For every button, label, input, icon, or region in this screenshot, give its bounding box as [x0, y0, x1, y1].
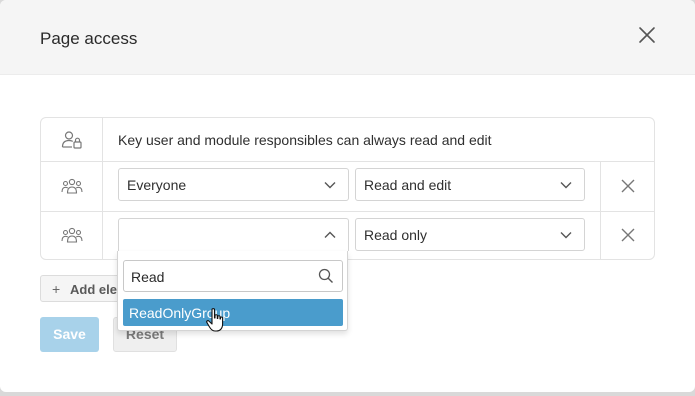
close-icon — [621, 228, 635, 242]
access-table: Key user and module responsibles can alw… — [40, 117, 655, 260]
permission-select-value: Read only — [364, 227, 428, 243]
chevron-down-icon — [324, 182, 336, 189]
permission-select-value: Read and edit — [364, 177, 452, 193]
group-select-value: Everyone — [127, 177, 187, 193]
group-dropdown: Read ReadOnlyGroup — [117, 251, 348, 331]
dropdown-option[interactable]: ReadOnlyGroup — [123, 299, 343, 326]
group-select-open[interactable] — [118, 218, 349, 251]
chevron-up-icon — [324, 231, 336, 238]
permission-select[interactable]: Read only — [355, 218, 585, 251]
save-button[interactable]: Save — [40, 317, 99, 352]
hand-pointer-icon — [206, 308, 224, 332]
close-dialog-button[interactable] — [634, 22, 660, 48]
permission-select[interactable]: Read and edit — [355, 168, 585, 201]
chevron-down-icon — [560, 232, 572, 239]
page-access-dialog: Page access Key user and module responsi… — [0, 0, 695, 392]
remove-row-button[interactable] — [600, 211, 654, 259]
users-group-icon — [61, 178, 83, 194]
chevron-down-icon — [560, 182, 572, 189]
group-select[interactable]: Everyone — [118, 168, 349, 201]
dialog-header: Page access — [0, 0, 695, 75]
row-icon-cell — [41, 118, 103, 161]
row-icon-cell — [41, 161, 103, 211]
user-lock-icon — [61, 130, 82, 149]
access-info-text: Key user and module responsibles can alw… — [118, 132, 492, 148]
search-icon — [318, 268, 333, 283]
access-row-fixed: Key user and module responsibles can alw… — [41, 118, 654, 162]
plus-icon: + — [52, 281, 61, 297]
users-group-icon — [61, 227, 83, 243]
close-icon — [621, 179, 635, 193]
dialog-title: Page access — [40, 29, 138, 48]
remove-row-button[interactable] — [600, 161, 654, 211]
close-icon — [639, 27, 655, 43]
row-icon-cell — [41, 211, 103, 259]
dropdown-search-input[interactable]: Read — [123, 260, 343, 292]
dropdown-search-value: Read — [131, 269, 165, 285]
access-row: Everyone Read and edit — [41, 161, 654, 212]
